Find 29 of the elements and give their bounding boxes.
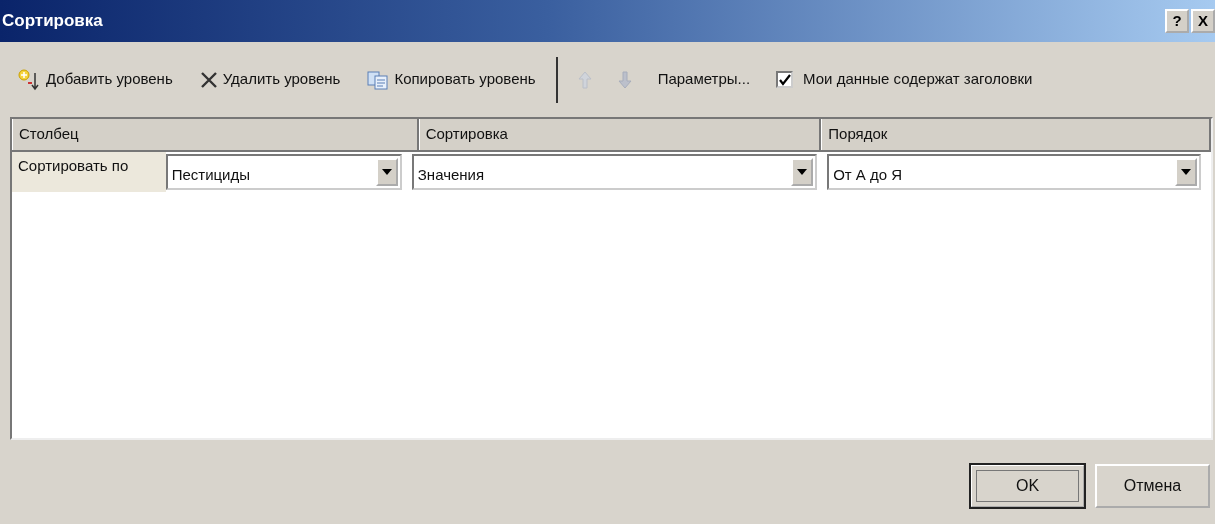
copy-level-button[interactable]: Копировать уровень [366,68,536,91]
up-arrow-icon [577,70,592,89]
down-arrow-icon [617,70,632,89]
window-title: Сортировка [2,10,104,33]
checkbox-label[interactable]: Мои данные содержат заголовки [803,68,1033,91]
options-button[interactable]: Параметры... [657,68,751,91]
column-header: Столбец [12,119,419,150]
dropdown-button[interactable] [1175,158,1197,186]
dropdown-arrow-icon [1181,169,1191,175]
dropdown-arrow-icon [797,169,808,175]
cancel-button[interactable]: Отмена [1095,464,1210,508]
column-header: Сортировка [418,119,822,150]
dropdown-button[interactable] [375,158,398,186]
delete-level-button[interactable]: Удалить уровень [198,68,341,91]
copy-icon [366,69,391,90]
sort-add-icon [18,68,42,91]
ok-button[interactable]: OK [970,464,1085,508]
checkbox[interactable] [776,71,794,88]
close-button[interactable]: X [1191,9,1215,33]
dropdown-arrow-icon [381,169,392,175]
row-label: Сортировать по [12,152,166,192]
dropdown[interactable]: Пестициды [165,154,402,190]
add-level-button[interactable]: Добавить уровень [18,68,173,91]
cross-icon [198,69,219,90]
dropdown-button[interactable] [791,158,814,186]
dropdown[interactable]: От А до Я [827,154,1201,190]
dropdown[interactable]: Значения [411,154,818,190]
column-header: Порядок [821,119,1211,150]
help-button[interactable]: ? [1165,9,1189,33]
